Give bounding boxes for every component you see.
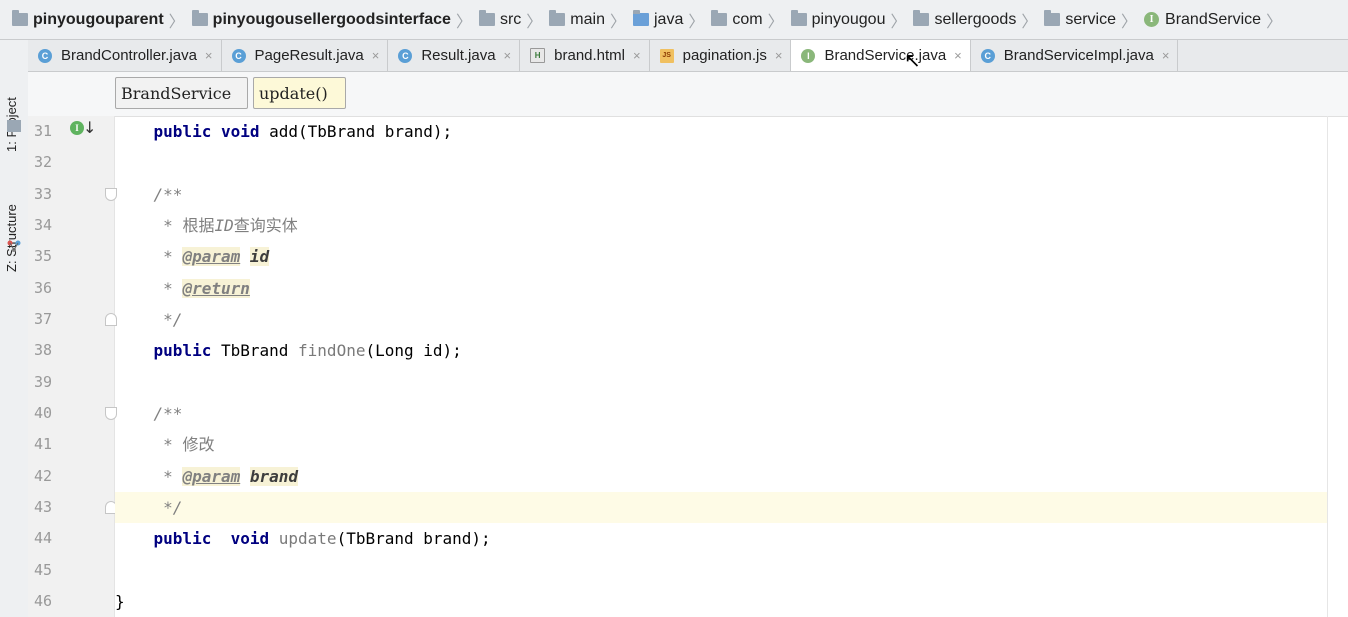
structure-tool-button[interactable]: Z: Structure (4, 204, 19, 272)
code-line-31: public void add(TbBrand brand); (153, 122, 453, 141)
breadcrumb-brandservice[interactable]: I BrandService (1144, 11, 1261, 29)
line-number: 39 (34, 373, 53, 391)
breadcrumb-src[interactable]: src (478, 10, 521, 29)
tab-pageresult[interactable]: C PageResult.java × (222, 40, 389, 71)
line-number: 44 (34, 529, 53, 547)
module-folder-icon (12, 10, 28, 26)
breadcrumb-sellergoodsinterface[interactable]: pinyougousellergoodsinterface (191, 10, 451, 29)
line-number: 45 (34, 561, 53, 579)
package-icon (790, 10, 807, 26)
tab-brandcontroller[interactable]: C BrandController.java × (28, 40, 222, 71)
breadcrumb-main[interactable]: main (549, 10, 605, 29)
code-line-42: * @param brand (153, 467, 299, 486)
package-icon (913, 10, 930, 26)
interface-icon: I (1144, 12, 1160, 27)
chevron-right-icon: 〉 (168, 13, 185, 31)
code-line-36: * @return (153, 279, 250, 298)
arrow-down-icon: ↓ (83, 118, 97, 137)
chevron-right-icon: 〉 (526, 13, 543, 31)
breadcrumb-sellergoods[interactable]: sellergoods (913, 10, 1016, 29)
code-line-46: } (115, 592, 125, 611)
tab-brandservice[interactable]: I BrandService.java × (791, 40, 971, 71)
interface-icon: I (801, 48, 816, 63)
editor-structure-breadcrumb: BrandService update() (28, 72, 1348, 117)
class-icon: C (398, 48, 413, 63)
tab-brandserviceimpl[interactable]: C BrandServiceImpl.java × (971, 40, 1179, 71)
html-file-icon: H (530, 48, 546, 63)
close-tab-icon[interactable]: × (954, 48, 962, 63)
code-line-43-current: */ (115, 492, 1327, 523)
editor-gutter[interactable]: 31 32 33 34 35 36 37 38 39 40 41 42 43 4… (28, 116, 117, 617)
module-folder-icon (191, 10, 208, 26)
chevron-right-icon: 〉 (767, 13, 784, 31)
code-line-33: /** (153, 185, 183, 204)
class-icon: C (231, 48, 246, 63)
line-number: 46 (34, 592, 53, 610)
line-number: 37 (34, 310, 53, 328)
tab-brand-html[interactable]: H brand.html × (520, 40, 650, 71)
package-icon (711, 10, 728, 26)
breadcrumb-com[interactable]: com (711, 10, 763, 29)
class-icon: C (980, 48, 995, 63)
line-number: 34 (34, 216, 53, 234)
line-number: 33 (34, 185, 53, 203)
chevron-right-icon: 〉 (1121, 13, 1138, 31)
chevron-right-icon: 〉 (890, 13, 907, 31)
code-line-38: public TbBrand findOne(Long id); (153, 341, 462, 360)
close-tab-icon[interactable]: × (1162, 48, 1170, 63)
code-line-41: * 修改 (153, 435, 215, 454)
structure-class-crumb[interactable]: BrandService (115, 77, 248, 109)
editor-tabs: C BrandController.java × C PageResult.ja… (28, 40, 1348, 72)
close-tab-icon[interactable]: × (372, 48, 380, 63)
breadcrumb-pinyougouparent[interactable]: pinyougouparent (12, 10, 164, 29)
navigation-breadcrumb: pinyougouparent 〉 pinyougousellergoodsin… (0, 0, 1348, 40)
code-line-37: */ (153, 310, 183, 329)
mouse-pointer-icon: ↖ (904, 48, 921, 72)
chevron-right-icon: 〉 (609, 13, 626, 31)
line-number: 38 (34, 341, 53, 359)
chevron-right-icon: 〉 (455, 13, 472, 31)
structure-icon (7, 240, 21, 252)
implemented-method-icon[interactable]: I (70, 121, 84, 135)
code-line-44: public void update(TbBrand brand); (153, 529, 491, 548)
code-line-34: * 根据ID查询实体 (153, 216, 298, 235)
line-number: 41 (34, 435, 53, 453)
line-number: 43 (34, 498, 53, 516)
tool-window-strip: 1: Project Z: Structure (0, 40, 29, 617)
line-number: 31 (34, 122, 53, 140)
right-margin-guide (1327, 116, 1328, 617)
project-icon (7, 120, 21, 132)
breadcrumb-java[interactable]: java (633, 10, 683, 29)
close-tab-icon[interactable]: × (775, 48, 783, 63)
breadcrumb-pinyougou[interactable]: pinyougou (790, 10, 885, 29)
package-icon (1044, 10, 1061, 26)
line-number: 35 (34, 247, 53, 265)
line-number: 42 (34, 467, 53, 485)
folder-icon (549, 10, 566, 26)
code-line-35: * @param id (153, 247, 270, 266)
close-tab-icon[interactable]: × (205, 48, 213, 63)
breadcrumb-service[interactable]: service (1044, 10, 1116, 29)
tab-result[interactable]: C Result.java × (388, 40, 521, 71)
class-icon: C (38, 48, 52, 63)
folder-icon (478, 10, 495, 26)
chevron-right-icon: 〉 (688, 13, 705, 31)
tab-pagination-js[interactable]: JS pagination.js × (650, 40, 792, 71)
line-number: 40 (34, 404, 53, 422)
js-file-icon: JS (659, 48, 674, 63)
source-folder-icon (633, 10, 649, 26)
code-line-40: /** (153, 404, 183, 423)
line-number: 36 (34, 279, 53, 297)
line-number: 32 (34, 153, 53, 171)
close-tab-icon[interactable]: × (633, 48, 641, 63)
close-tab-icon[interactable]: × (504, 48, 512, 63)
chevron-right-icon: 〉 (1266, 13, 1283, 31)
structure-method-crumb[interactable]: update() (253, 77, 346, 109)
chevron-right-icon: 〉 (1021, 13, 1038, 31)
